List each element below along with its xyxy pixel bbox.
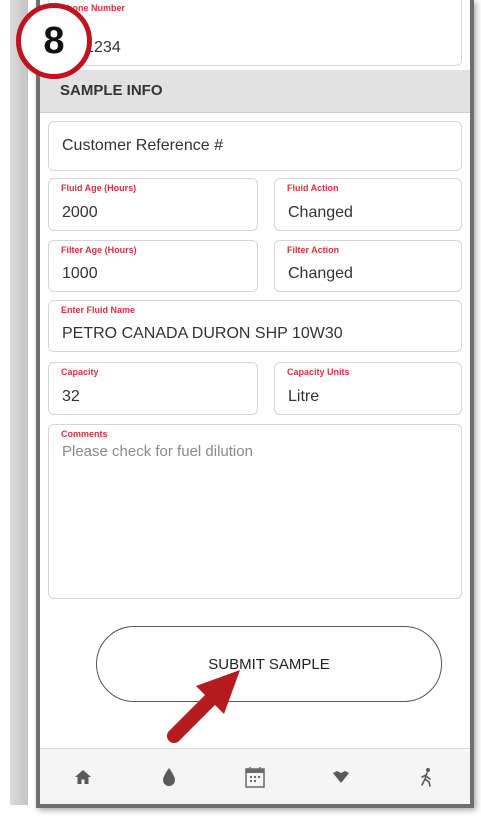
step-number: 8 [43,19,65,62]
fluid-age-value: 2000 [62,204,98,221]
submit-sample-button[interactable]: SUBMIT SAMPLE [96,626,442,702]
customer-reference-placeholder: Customer Reference # [62,137,223,154]
capacity-units-label: Capacity Units [287,367,350,377]
bottom-nav [40,748,470,804]
home-icon [75,769,91,784]
fluid-action-label: Fluid Action [287,183,339,193]
capacity-input[interactable]: Capacity 32 [48,362,258,415]
sample-info-header: SAMPLE INFO [40,70,470,113]
nav-fluid[interactable] [149,757,189,797]
fluid-action-select[interactable]: Fluid Action Changed [274,178,462,231]
phone-screen: Phone Number 56-1234 SAMPLE INFO Custome… [36,0,474,808]
calendar-icon [245,766,265,788]
device-frame-edge [10,0,28,805]
capacity-value: 32 [62,388,80,405]
filter-age-input[interactable]: Filter Age (Hours) 1000 [48,240,258,292]
fluid-name-value: PETRO CANADA DURON SHP 10W30 [62,325,343,342]
capacity-label: Capacity [61,367,99,377]
step-number-badge: 8 [16,3,92,79]
walk-icon [421,767,431,787]
filter-age-label: Filter Age (Hours) [61,245,137,255]
capacity-units-value: Litre [288,388,320,405]
filter-action-label: Filter Action [287,245,340,255]
fluid-age-input[interactable]: Fluid Age (Hours) 2000 [48,178,258,231]
heart-icon [333,770,349,783]
nav-calendar[interactable] [235,757,275,797]
customer-reference-input[interactable]: Customer Reference # [48,121,462,171]
filter-action-select[interactable]: Filter Action Changed [274,240,462,292]
nav-home[interactable] [63,757,103,797]
filter-action-value: Changed [288,265,353,282]
section-title: SAMPLE INFO [60,82,163,99]
fluid-age-label: Fluid Age (Hours) [61,183,137,193]
comments-placeholder: Please check for fuel dilution [62,443,253,460]
capacity-units-select[interactable]: Capacity Units Litre [274,362,462,415]
fluid-name-input[interactable]: Enter Fluid Name PETRO CANADA DURON SHP … [48,300,462,352]
comments-label: Comments [61,429,108,439]
fluid-name-label: Enter Fluid Name [61,305,136,315]
filter-age-value: 1000 [62,265,98,282]
fluid-action-value: Changed [288,204,353,221]
nav-activity[interactable] [407,757,447,797]
pointer-arrow-icon [167,670,240,743]
drop-icon [163,767,175,786]
phone-field[interactable]: Phone Number 56-1234 [48,0,462,66]
comments-textarea[interactable]: Comments Please check for fuel dilution [48,424,462,599]
nav-favorites[interactable] [321,757,361,797]
